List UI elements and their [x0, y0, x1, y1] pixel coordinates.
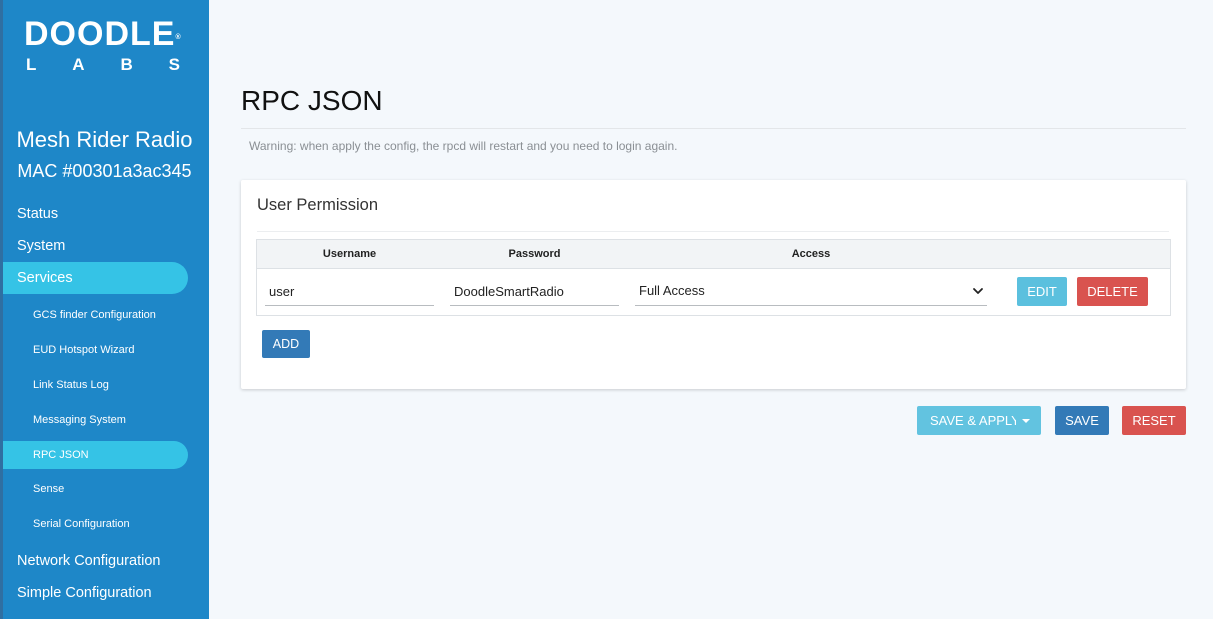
title-divider [241, 128, 1186, 129]
column-header-access: Access [791, 248, 831, 260]
logo-wordmark: DOODLE® [24, 15, 182, 53]
page-title: RPC JSON [241, 85, 383, 116]
edit-button[interactable]: EDIT [1017, 277, 1067, 306]
column-header-password: Password [508, 248, 561, 260]
sidebar-subitem-sense[interactable]: Sense [3, 475, 64, 503]
sidebar-subitem-link-status-log[interactable]: Link Status Log [3, 371, 109, 399]
save-apply-label: SAVE & APPLY [930, 413, 1016, 428]
panel-divider [257, 231, 1169, 232]
reset-button[interactable]: RESET [1122, 406, 1186, 435]
sidebar-item-simple-configuration[interactable]: Simple Configuration [3, 577, 152, 609]
add-button[interactable]: ADD [262, 330, 310, 358]
delete-button[interactable]: DELETE [1077, 277, 1148, 306]
access-select-value: Full Access [639, 283, 705, 298]
table-header: Username Password Access [257, 240, 1170, 269]
sidebar-subitem-messaging-system[interactable]: Messaging System [3, 406, 126, 434]
logo-registered-mark: ® [175, 34, 182, 41]
sidebar-item-system[interactable]: System [3, 230, 65, 262]
sidebar-subitem-gcs-finder[interactable]: GCS finder Configuration [3, 301, 156, 329]
panel-title: User Permission [257, 196, 379, 214]
save-button[interactable]: SAVE [1055, 406, 1109, 435]
sidebar: DOODLE® L A B S Mesh Rider Radio MAC #00… [0, 0, 209, 619]
device-name: Mesh Rider Radio [16, 127, 193, 152]
sidebar-subitem-eud-hotspot[interactable]: EUD Hotspot Wizard [3, 336, 134, 364]
user-permission-panel: User Permission Username Password Access… [241, 180, 1186, 389]
sidebar-item-services[interactable]: Services [3, 262, 188, 294]
warning-text: Warning: when apply the config, the rpcd… [249, 139, 678, 153]
save-apply-button[interactable]: SAVE & APPLY [917, 406, 1041, 435]
user-permission-table: Username Password Access Full Access EDI… [256, 239, 1171, 316]
password-input[interactable] [450, 278, 619, 306]
doodle-labs-logo: DOODLE® L A B S [24, 16, 186, 76]
logo-subtitle: L A B S [26, 55, 180, 74]
sidebar-item-status[interactable]: Status [3, 198, 58, 230]
sidebar-item-network-configuration[interactable]: Network Configuration [3, 545, 160, 577]
chevron-down-icon [973, 288, 983, 294]
column-header-username: Username [322, 248, 377, 260]
sidebar-subitem-serial-configuration[interactable]: Serial Configuration [3, 510, 130, 538]
caret-down-icon[interactable] [1021, 417, 1031, 425]
device-mac: MAC #00301a3ac345 [17, 161, 192, 181]
access-select[interactable]: Full Access [635, 278, 987, 306]
sidebar-subitem-rpc-json[interactable]: RPC JSON [3, 441, 188, 469]
username-input[interactable] [265, 278, 434, 306]
